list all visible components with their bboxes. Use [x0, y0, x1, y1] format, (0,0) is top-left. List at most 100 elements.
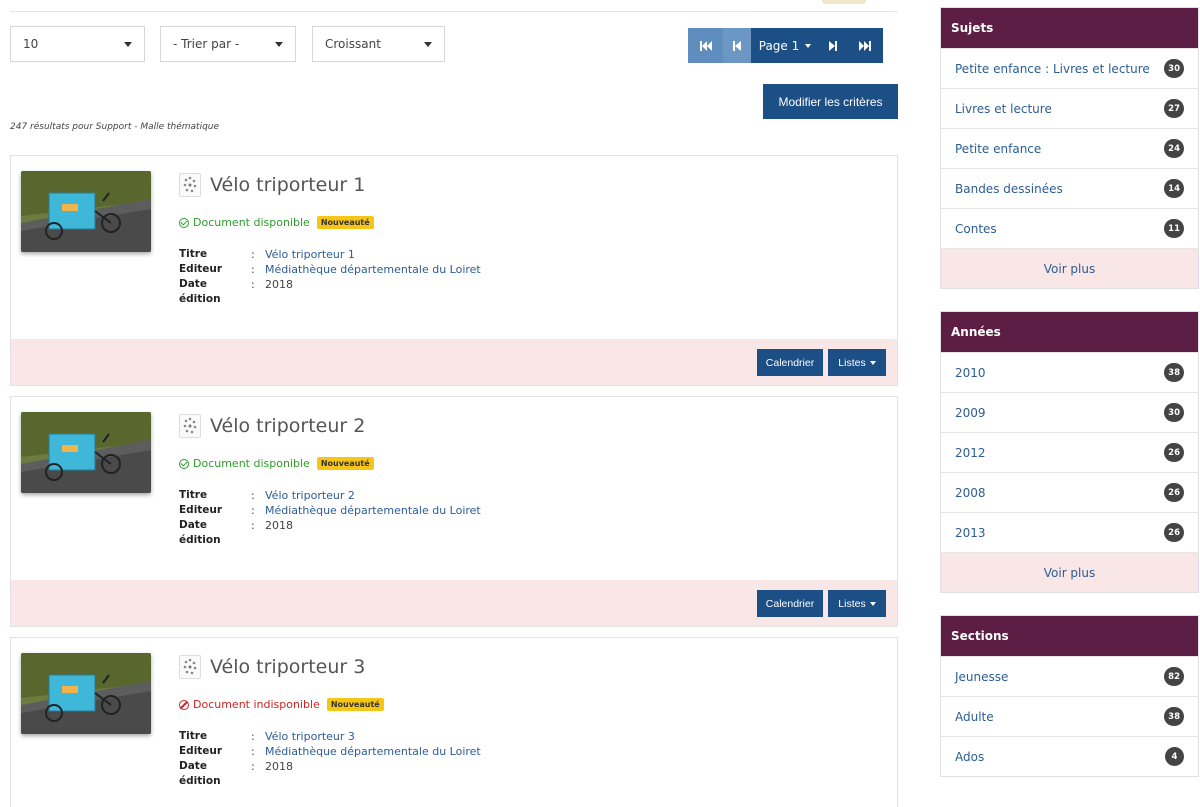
result-actions-bar: Calendrier Listes	[11, 339, 897, 385]
facet-item-label: 2008	[955, 485, 986, 500]
facet-count-badge: 30	[1164, 403, 1184, 422]
results-per-page-select[interactable]: 10	[10, 26, 145, 62]
sort-by-value: - Trier par -	[173, 37, 240, 51]
date-value: 2018	[265, 278, 293, 291]
facet-subjects: Sujets Petite enfance : Livres et lectur…	[940, 7, 1199, 289]
result-thumbnail[interactable]	[21, 653, 151, 734]
facet-count-badge: 26	[1164, 443, 1184, 462]
lists-dropdown-button[interactable]: Listes	[828, 590, 886, 617]
facet-item-label: Bandes dessinées	[955, 181, 1063, 196]
facet-count-badge: 14	[1164, 179, 1184, 198]
see-more-link[interactable]: Voir plus	[941, 248, 1198, 288]
document-type-icon	[179, 173, 201, 197]
previous-page-icon	[733, 40, 741, 51]
result-count: 247 résultats pour Support - Malle théma…	[10, 122, 220, 132]
facet-years: Années 2010 38 2009 30 2012 26 2008 26 2013 2…	[940, 311, 1199, 593]
facet-item[interactable]: 2009 30	[941, 392, 1198, 432]
result-thumbnail[interactable]	[21, 171, 151, 252]
top-divider	[10, 11, 898, 12]
field-label: Editeur	[179, 745, 223, 757]
chevron-down-icon	[124, 42, 132, 47]
chevron-down-icon	[869, 360, 876, 365]
date-value: 2018	[265, 519, 293, 532]
calendar-button[interactable]: Calendrier	[757, 590, 823, 617]
bike-photo-image	[21, 171, 151, 252]
title-value-link[interactable]: Vélo triporteur 3	[265, 729, 355, 744]
facet-item-label: Livres et lecture	[955, 101, 1052, 116]
facet-item[interactable]: 2012 26	[941, 432, 1198, 472]
facet-title: Sujets	[941, 8, 1198, 48]
result-title-link[interactable]: Vélo triporteur 1	[210, 174, 365, 196]
facet-item[interactable]: 2013 26	[941, 512, 1198, 552]
previous-page-button[interactable]	[723, 28, 751, 63]
result-card: Vélo triporteur 1 Document disponible No…	[10, 155, 898, 386]
facet-count-badge: 4	[1165, 747, 1184, 766]
field-label: Editeur	[179, 504, 223, 516]
field-label: Date édition	[179, 278, 221, 305]
availability-status: Document indisponible Nouveauté	[179, 698, 384, 711]
facet-item[interactable]: Contes 11	[941, 208, 1198, 248]
availability-text: Document indisponible	[193, 698, 320, 711]
facet-item[interactable]: 2008 26	[941, 472, 1198, 512]
chevron-down-icon	[275, 42, 283, 47]
modify-criteria-button[interactable]: Modifier les critères	[763, 84, 898, 119]
facet-item-label: 2009	[955, 405, 986, 420]
facet-item[interactable]: Petite enfance 24	[941, 128, 1198, 168]
publisher-value-link[interactable]: Médiathèque départementale du Loiret	[265, 262, 481, 277]
new-badge: Nouveauté	[316, 457, 374, 470]
facet-count-badge: 24	[1164, 139, 1184, 158]
field-label: Date édition	[179, 760, 221, 787]
next-page-icon	[829, 40, 837, 51]
facet-item-label: Petite enfance : Livres et lecture	[955, 61, 1150, 76]
title-value-link[interactable]: Vélo triporteur 1	[265, 247, 355, 262]
title-value-link[interactable]: Vélo triporteur 2	[265, 488, 355, 503]
facet-count-badge: 38	[1164, 707, 1184, 726]
field-label: Titre	[179, 730, 208, 742]
publisher-value-link[interactable]: Médiathèque départementale du Loiret	[265, 744, 481, 759]
bike-photo-image	[21, 653, 151, 734]
result-title-link[interactable]: Vélo triporteur 2	[210, 415, 365, 437]
bike-photo-image	[21, 412, 151, 493]
facet-count-badge: 11	[1164, 219, 1184, 238]
facet-item[interactable]: Livres et lecture 27	[941, 88, 1198, 128]
see-more-link[interactable]: Voir plus	[941, 552, 1198, 592]
top-decoration	[822, 0, 866, 4]
chevron-down-icon	[424, 42, 432, 47]
facet-item[interactable]: Bandes dessinées 14	[941, 168, 1198, 208]
next-page-button[interactable]	[819, 28, 847, 63]
chevron-down-icon	[869, 601, 876, 606]
sort-by-select[interactable]: - Trier par -	[160, 26, 296, 62]
result-thumbnail[interactable]	[21, 412, 151, 493]
facet-item[interactable]: Adulte 38	[941, 696, 1198, 736]
first-page-button[interactable]	[688, 28, 723, 63]
chevron-down-icon	[805, 43, 812, 48]
last-page-button[interactable]	[847, 28, 883, 63]
result-metadata: Titre: Vélo triporteur 3 Editeur: Médiathè…	[179, 729, 481, 787]
page-select[interactable]: Page 1	[751, 28, 819, 63]
result-metadata: Titre: Vélo triporteur 1 Editeur: Médiathè…	[179, 247, 481, 305]
facet-item[interactable]: 2010 38	[941, 352, 1198, 392]
pagination: Page 1	[688, 28, 883, 63]
field-label: Titre	[179, 248, 208, 260]
facet-item-label: Ados	[955, 749, 985, 764]
lists-dropdown-button[interactable]: Listes	[828, 349, 886, 376]
result-title-link[interactable]: Vélo triporteur 3	[210, 656, 365, 678]
facet-title: Années	[941, 312, 1198, 352]
sort-order-select[interactable]: Croissant	[312, 26, 445, 62]
lists-label: Listes	[838, 356, 866, 369]
facet-sections: Sections Jeunesse 82 Adulte 38 Ados 4	[940, 615, 1199, 777]
new-badge: Nouveauté	[316, 216, 374, 229]
facet-item[interactable]: Petite enfance : Livres et lecture 30	[941, 48, 1198, 88]
availability-status: Document disponible Nouveauté	[179, 216, 374, 229]
calendar-button[interactable]: Calendrier	[757, 349, 823, 376]
facet-item-label: Contes	[955, 221, 997, 236]
facet-count-badge: 38	[1164, 363, 1184, 382]
availability-text: Document disponible	[193, 457, 310, 470]
publisher-value-link[interactable]: Médiathèque départementale du Loiret	[265, 503, 481, 518]
facet-item-label: Adulte	[955, 709, 994, 724]
check-circle-icon	[179, 217, 189, 228]
facet-count-badge: 82	[1164, 667, 1184, 686]
facet-item[interactable]: Jeunesse 82	[941, 656, 1198, 696]
results-per-page-value: 10	[23, 37, 39, 51]
facet-item[interactable]: Ados 4	[941, 736, 1198, 776]
